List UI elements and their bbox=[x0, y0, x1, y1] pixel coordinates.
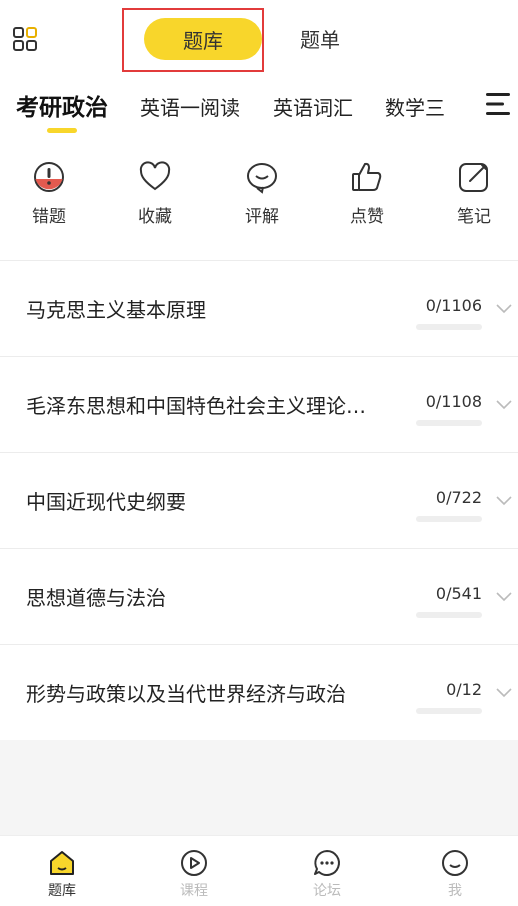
home-icon bbox=[50, 851, 74, 875]
subject-title: 毛泽东思想和中国特色社会主义理论… bbox=[26, 394, 366, 418]
subject-title: 中国近现代史纲要 bbox=[26, 490, 186, 514]
category-tab-english-vocab[interactable]: 英语词汇 bbox=[273, 92, 353, 121]
chat-icon bbox=[314, 850, 340, 876]
subject-row[interactable]: 马克思主义基本原理 0/1106 bbox=[0, 260, 518, 356]
nav-me-label: 我 bbox=[448, 883, 462, 899]
subject-progress-bar bbox=[416, 516, 482, 522]
chevron-down-icon[interactable] bbox=[496, 592, 512, 602]
edit-icon bbox=[459, 163, 488, 192]
nav-forum-label: 论坛 bbox=[313, 883, 341, 899]
category-tab-english-reading[interactable]: 英语一阅读 bbox=[140, 92, 240, 121]
subject-progress: 0/541 bbox=[435, 584, 482, 603]
main-panel: 题库 题单 考研政治 英语一阅读 英语词汇 数学三 错题 收藏 评解 点赞 笔记… bbox=[0, 0, 518, 740]
nav-courses[interactable]: 课程 bbox=[159, 848, 229, 900]
smile-icon bbox=[442, 850, 468, 876]
subject-row[interactable]: 思想道德与法治 0/541 bbox=[0, 548, 518, 644]
exclamation-icon bbox=[34, 162, 64, 192]
action-likes-label: 点赞 bbox=[350, 207, 384, 227]
grid-menu-icon[interactable] bbox=[12, 26, 38, 52]
action-wrong-questions[interactable]: 错题 bbox=[9, 160, 89, 227]
action-comments-label: 评解 bbox=[245, 207, 279, 227]
chevron-down-icon[interactable] bbox=[496, 304, 512, 314]
bottom-nav: 题库 课程 论坛 我 bbox=[0, 835, 518, 906]
chevron-down-icon[interactable] bbox=[496, 400, 512, 410]
action-favorites[interactable]: 收藏 bbox=[115, 160, 195, 227]
action-likes[interactable]: 点赞 bbox=[327, 160, 407, 227]
comment-icon bbox=[247, 163, 277, 194]
tab-question-list[interactable]: 题单 bbox=[300, 24, 340, 53]
action-notes[interactable]: 笔记 bbox=[434, 160, 514, 227]
tab-question-bank-label: 题库 bbox=[183, 28, 223, 53]
subject-progress-bar bbox=[416, 324, 482, 330]
category-tab-politics[interactable]: 考研政治 bbox=[16, 88, 108, 122]
tab-question-bank[interactable]: 题库 bbox=[144, 18, 262, 60]
subject-progress-bar bbox=[416, 708, 482, 714]
nav-forum[interactable]: 论坛 bbox=[292, 848, 362, 900]
subject-progress: 0/12 bbox=[446, 680, 482, 699]
thumbs-up-icon bbox=[352, 162, 382, 191]
action-comments[interactable]: 评解 bbox=[222, 160, 302, 227]
tab-question-list-label: 题单 bbox=[300, 28, 340, 52]
subject-row[interactable]: 形势与政策以及当代世界经济与政治 0/12 bbox=[0, 644, 518, 740]
subject-progress: 0/1108 bbox=[425, 392, 482, 411]
subject-row[interactable]: 中国近现代史纲要 0/722 bbox=[0, 452, 518, 548]
subject-progress: 0/1106 bbox=[425, 296, 482, 315]
play-icon bbox=[181, 850, 207, 876]
chevron-down-icon[interactable] bbox=[496, 688, 512, 698]
active-category-indicator bbox=[47, 128, 77, 133]
subject-title: 形势与政策以及当代世界经济与政治 bbox=[26, 682, 346, 706]
nav-courses-label: 课程 bbox=[180, 883, 208, 899]
subject-progress: 0/722 bbox=[435, 488, 482, 507]
subject-row[interactable]: 毛泽东思想和中国特色社会主义理论… 0/1108 bbox=[0, 356, 518, 452]
nav-me[interactable]: 我 bbox=[420, 848, 490, 900]
category-menu-icon[interactable] bbox=[484, 90, 512, 118]
subject-title: 马克思主义基本原理 bbox=[26, 298, 206, 322]
heart-icon bbox=[139, 161, 171, 191]
chevron-down-icon[interactable] bbox=[496, 496, 512, 506]
nav-question-bank[interactable]: 题库 bbox=[27, 848, 97, 900]
category-tab-math3[interactable]: 数学三 bbox=[385, 92, 445, 121]
action-wrong-questions-label: 错题 bbox=[32, 207, 66, 227]
subject-progress-bar bbox=[416, 420, 482, 426]
subject-progress-bar bbox=[416, 612, 482, 618]
subject-title: 思想道德与法治 bbox=[26, 586, 166, 610]
action-notes-label: 笔记 bbox=[457, 207, 491, 227]
action-favorites-label: 收藏 bbox=[138, 207, 172, 227]
nav-question-bank-label: 题库 bbox=[48, 883, 76, 899]
